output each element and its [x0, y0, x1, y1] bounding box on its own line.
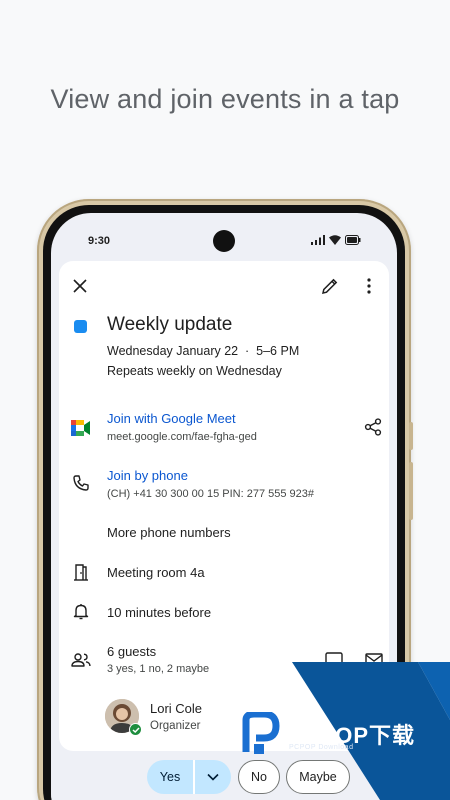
watermark-sub: PCPOP Download [289, 744, 354, 751]
watermark-banner [292, 662, 450, 800]
pcpop-logo [242, 710, 280, 761]
